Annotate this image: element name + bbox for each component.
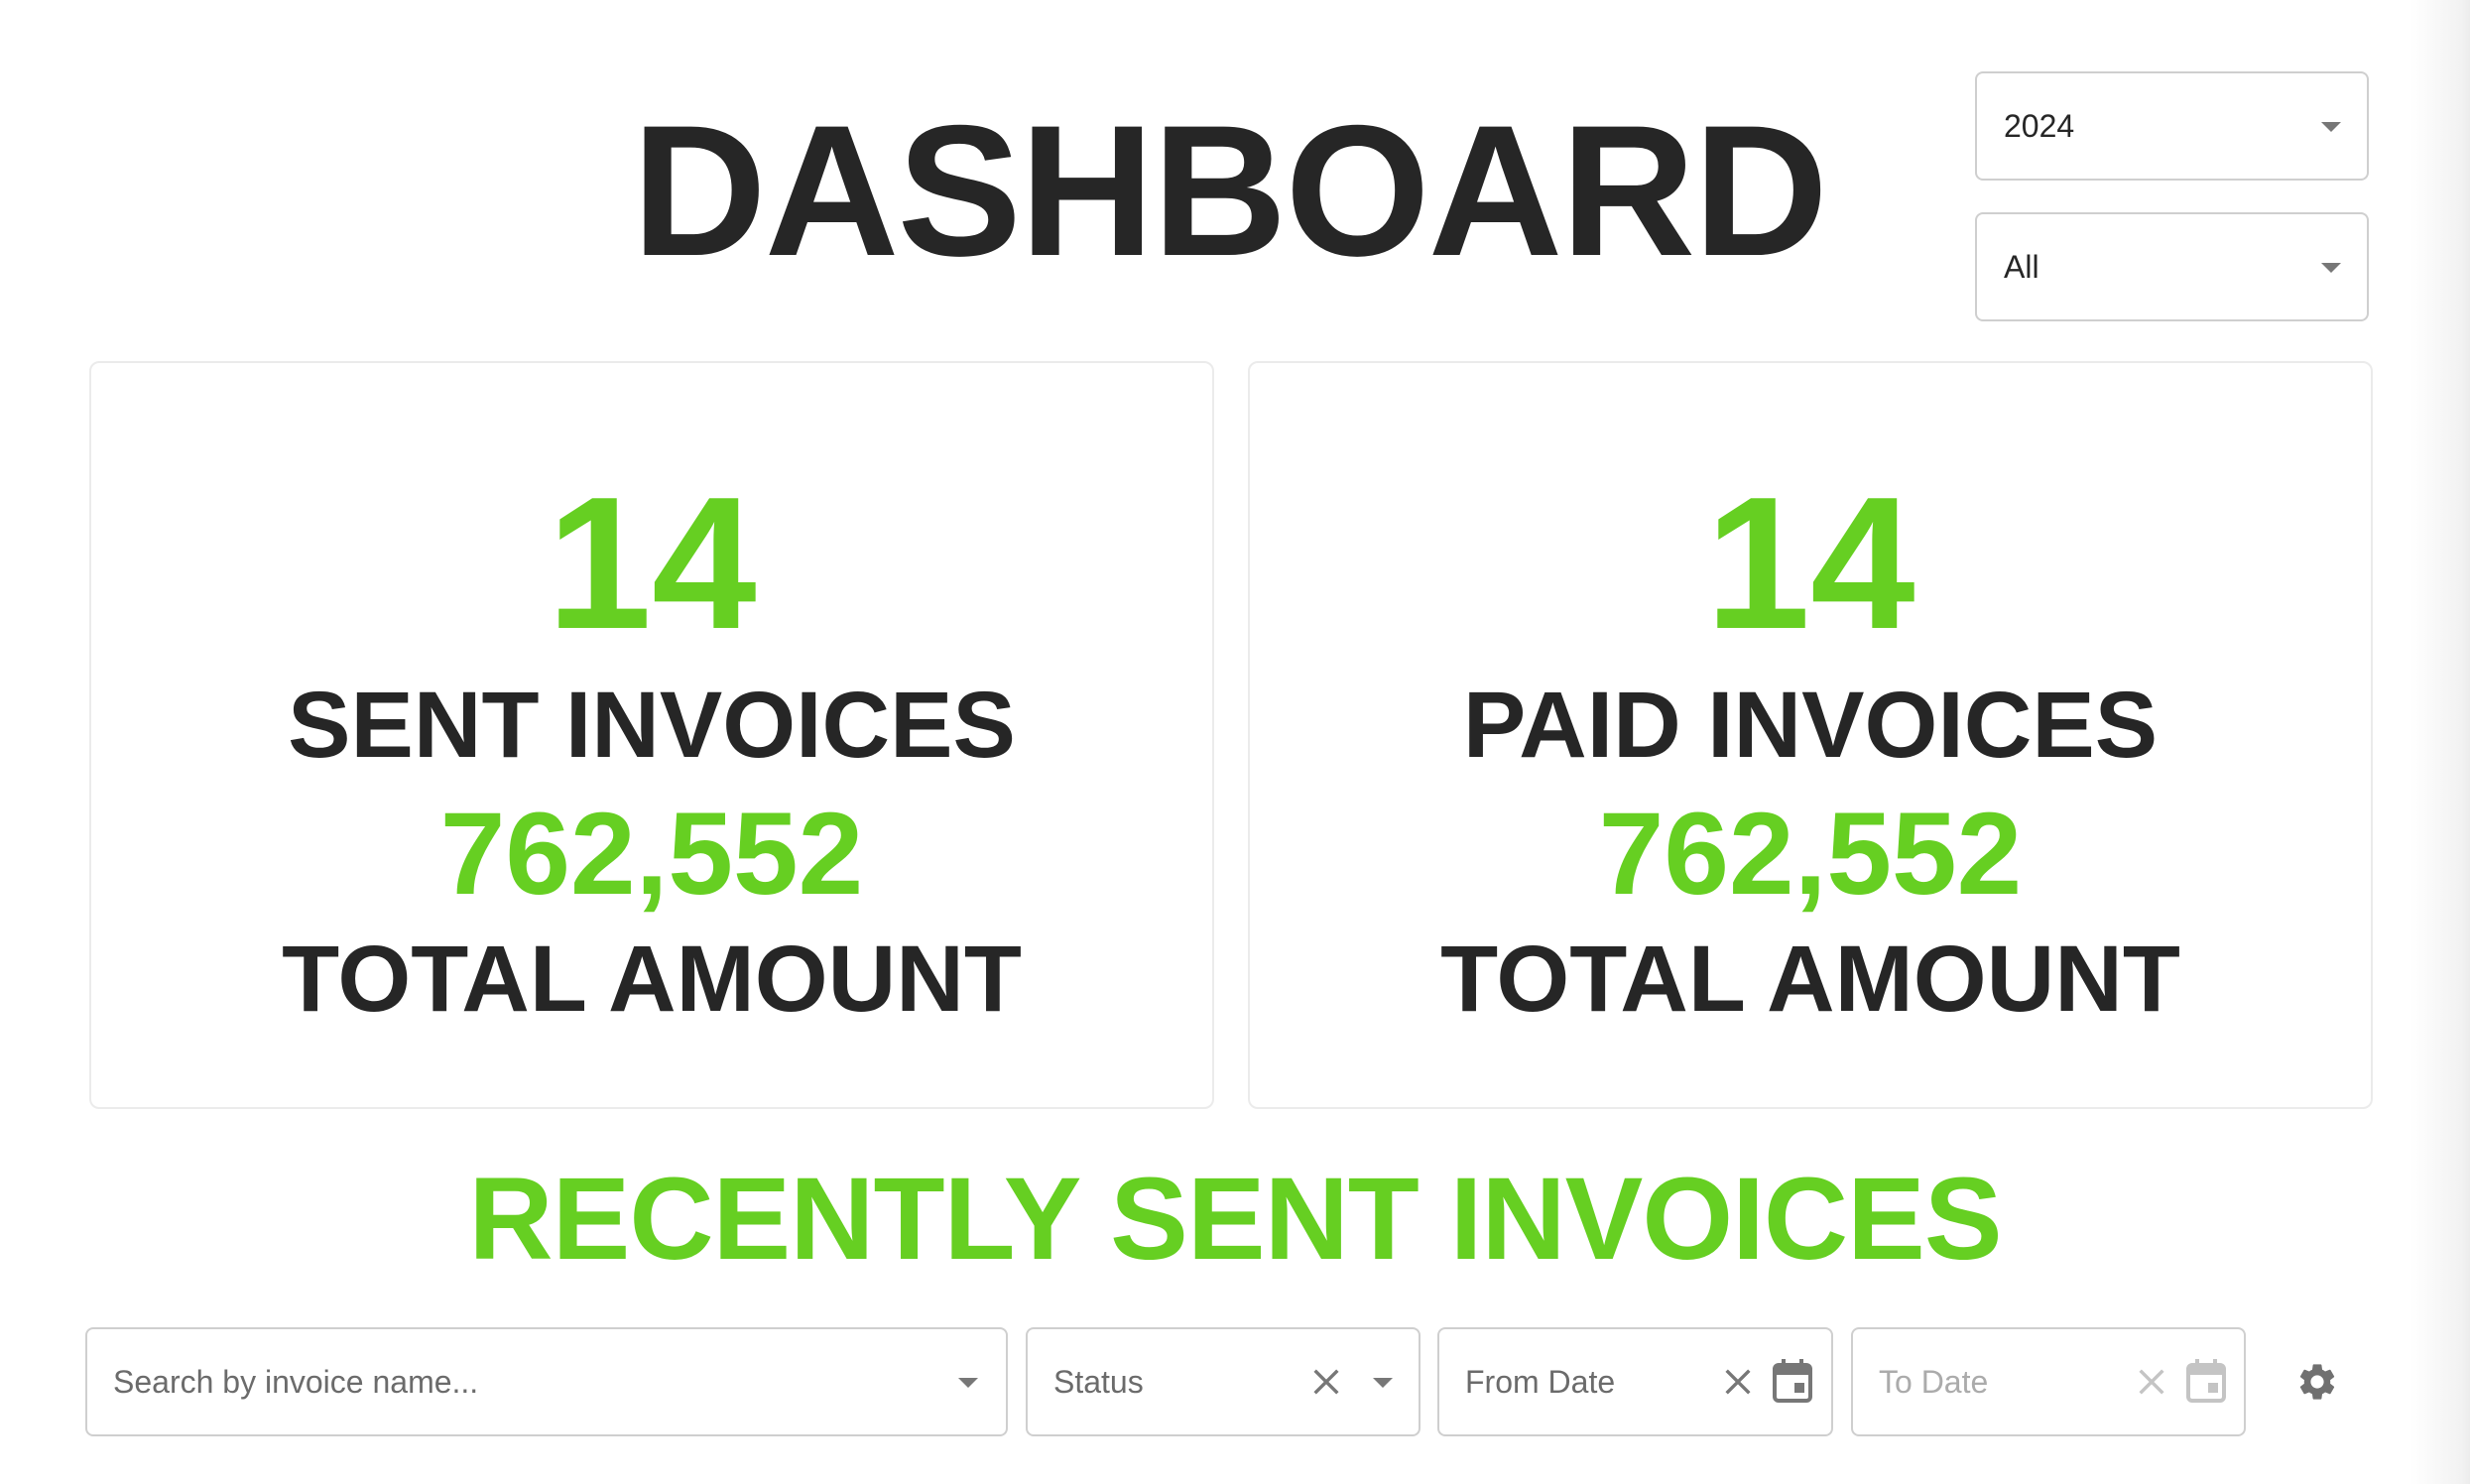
sent-total-amount-label: TOTAL AMOUNT — [282, 927, 1022, 1032]
scope-select[interactable]: All — [1975, 212, 2369, 321]
invoice-search-input[interactable]: Search by invoice name... — [85, 1327, 1008, 1436]
paid-invoices-count: 14 — [1705, 458, 1915, 669]
scope-select-value: All — [2004, 249, 2039, 285]
invoice-search-placeholder: Search by invoice name... — [113, 1364, 479, 1400]
status-placeholder: Status — [1053, 1364, 1144, 1400]
status-select[interactable]: Status — [1026, 1327, 1420, 1436]
close-icon[interactable] — [1309, 1365, 1343, 1399]
to-date-input[interactable]: To Date — [1851, 1327, 2246, 1436]
chevron-down-icon — [2321, 122, 2341, 132]
chevron-down-icon[interactable] — [1373, 1378, 1393, 1388]
from-date-placeholder: From Date — [1465, 1364, 1616, 1400]
paid-total-amount-label: TOTAL AMOUNT — [1440, 927, 2180, 1032]
page-title-text: DASHBOARD — [632, 86, 1828, 295]
recent-invoices-heading: RECENTLY SENT INVOICES — [468, 1154, 2002, 1285]
from-date-input[interactable]: From Date — [1437, 1327, 1833, 1436]
close-icon[interactable] — [1721, 1365, 1755, 1399]
sent-invoices-card: 14 SENT INVOICES 762,552 TOTAL AMOUNT — [89, 361, 1214, 1109]
chevron-down-icon[interactable] — [958, 1378, 978, 1388]
sent-total-amount: 762,552 — [439, 789, 864, 920]
close-icon[interactable] — [2135, 1365, 2168, 1399]
sent-invoices-count: 14 — [547, 458, 757, 669]
calendar-icon[interactable] — [1773, 1359, 1812, 1403]
to-date-placeholder: To Date — [1879, 1364, 1989, 1400]
sent-invoices-label: SENT INVOICES — [288, 673, 1016, 778]
paid-invoices-label: PAID INVOICES — [1462, 673, 2159, 778]
chevron-down-icon — [2321, 263, 2341, 273]
calendar-icon[interactable] — [2186, 1359, 2226, 1403]
year-select-value: 2024 — [2004, 108, 2075, 144]
dashboard-page: DASHBOARD 2024 All 14 SENT INVOICES 762,… — [0, 0, 2470, 1484]
year-select[interactable]: 2024 — [1975, 71, 2369, 181]
gear-icon[interactable] — [2295, 1360, 2339, 1404]
paid-invoices-card: 14 PAID INVOICES 762,552 TOTAL AMOUNT — [1248, 361, 2373, 1109]
paid-total-amount: 762,552 — [1598, 789, 2023, 920]
